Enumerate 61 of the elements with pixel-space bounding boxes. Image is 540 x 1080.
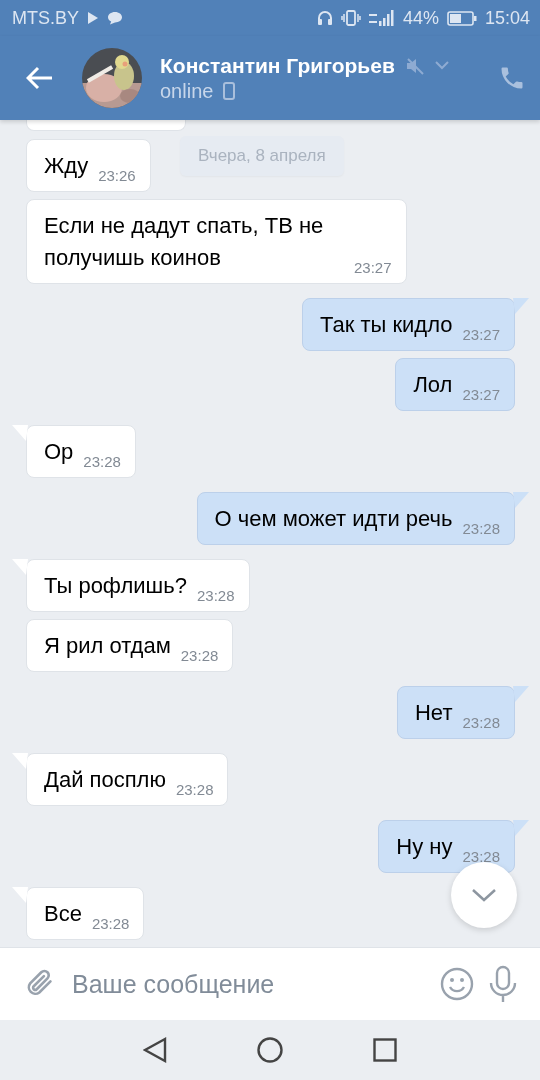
play-icon xyxy=(87,11,99,25)
message-text: Я рил отдам xyxy=(44,632,171,660)
outgoing-message[interactable]: Нет 23:28 xyxy=(397,686,515,739)
outgoing-message[interactable]: Лол 23:27 xyxy=(395,358,515,411)
outgoing-message[interactable]: О чем может идти речь 23:28 xyxy=(196,492,515,545)
muted-speaker-icon xyxy=(404,56,425,75)
clock-time: 15:04 xyxy=(484,7,530,29)
incoming-message[interactable]: Если не дадут спать, ТВ не получишь коинов 23:27 xyxy=(26,199,407,284)
message-composer[interactable]: Ваше сообщение xyxy=(0,947,540,1020)
battery-icon xyxy=(446,10,477,26)
emoji-button[interactable] xyxy=(440,967,474,1001)
back-button[interactable] xyxy=(26,66,54,90)
incoming-message[interactable]: Ор 23:28 xyxy=(26,425,136,478)
microphone-button[interactable] xyxy=(488,965,518,1003)
message-text: Если не дадут спать, ТВ не получишь коинов xyxy=(44,212,325,272)
message-text: Ну ну xyxy=(396,833,453,861)
phone-device-icon xyxy=(223,82,236,100)
incoming-message[interactable]: Дай посплю 23:28 xyxy=(26,753,229,806)
recents-nav-button[interactable] xyxy=(373,1038,397,1062)
outgoing-message[interactable]: Так ты кидло 23:27 xyxy=(301,298,515,351)
message-text: Ор xyxy=(44,438,74,466)
vibrate-icon xyxy=(340,10,361,26)
incoming-message[interactable]: Жду 23:26 xyxy=(26,139,151,192)
message-text: О чем может идти речь xyxy=(214,505,453,533)
message-text: Все xyxy=(44,900,82,928)
message-time: 23:27 xyxy=(462,326,500,344)
battery-percent: 44% xyxy=(402,7,439,29)
contact-name: Константин Григорьев xyxy=(160,53,395,78)
message-time: 23:27 xyxy=(462,386,500,404)
scroll-down-button[interactable] xyxy=(451,862,517,928)
message-time: 23:27 xyxy=(354,259,392,277)
message-input[interactable]: Ваше сообщение xyxy=(70,968,426,1000)
message-time: 23:28 xyxy=(175,781,214,799)
chevron-down-icon xyxy=(471,888,497,902)
incoming-message[interactable]: Ты рофлишь? 23:28 xyxy=(26,559,250,612)
message-text: Лол xyxy=(413,371,453,399)
signal-icon xyxy=(368,10,395,26)
date-label: Вчера, 8 апреля xyxy=(180,136,344,176)
message-time: 23:28 xyxy=(83,453,121,471)
message-time: 23:28 xyxy=(91,915,130,933)
chevron-down-icon[interactable] xyxy=(434,61,449,70)
online-status: online xyxy=(160,79,214,103)
message-time: 23:28 xyxy=(462,520,500,538)
message-time: 23:28 xyxy=(462,848,500,866)
incoming-message[interactable]: Я рил отдам 23:28 xyxy=(26,619,234,672)
message-text: Ты рофлишь? xyxy=(44,572,187,600)
message-text: Так ты кидло xyxy=(319,311,453,339)
carrier-name: MTS.BY xyxy=(12,7,79,29)
home-nav-button[interactable] xyxy=(257,1037,283,1063)
message-text: Дай посплю xyxy=(44,766,166,794)
back-nav-button[interactable] xyxy=(143,1037,167,1063)
message-time: 23:26 xyxy=(98,167,136,185)
chat-bubble-icon xyxy=(107,11,123,25)
incoming-message[interactable]: Все 23:28 xyxy=(26,887,145,940)
message-time: 23:28 xyxy=(196,587,235,605)
headphones-icon xyxy=(316,10,333,26)
message-text: Нет xyxy=(415,699,453,727)
message-time: 23:28 xyxy=(462,714,500,732)
outgoing-message[interactable]: Ну ну 23:28 xyxy=(378,820,515,873)
message-text: Жду xyxy=(44,152,89,180)
message-time: 23:28 xyxy=(180,647,219,665)
